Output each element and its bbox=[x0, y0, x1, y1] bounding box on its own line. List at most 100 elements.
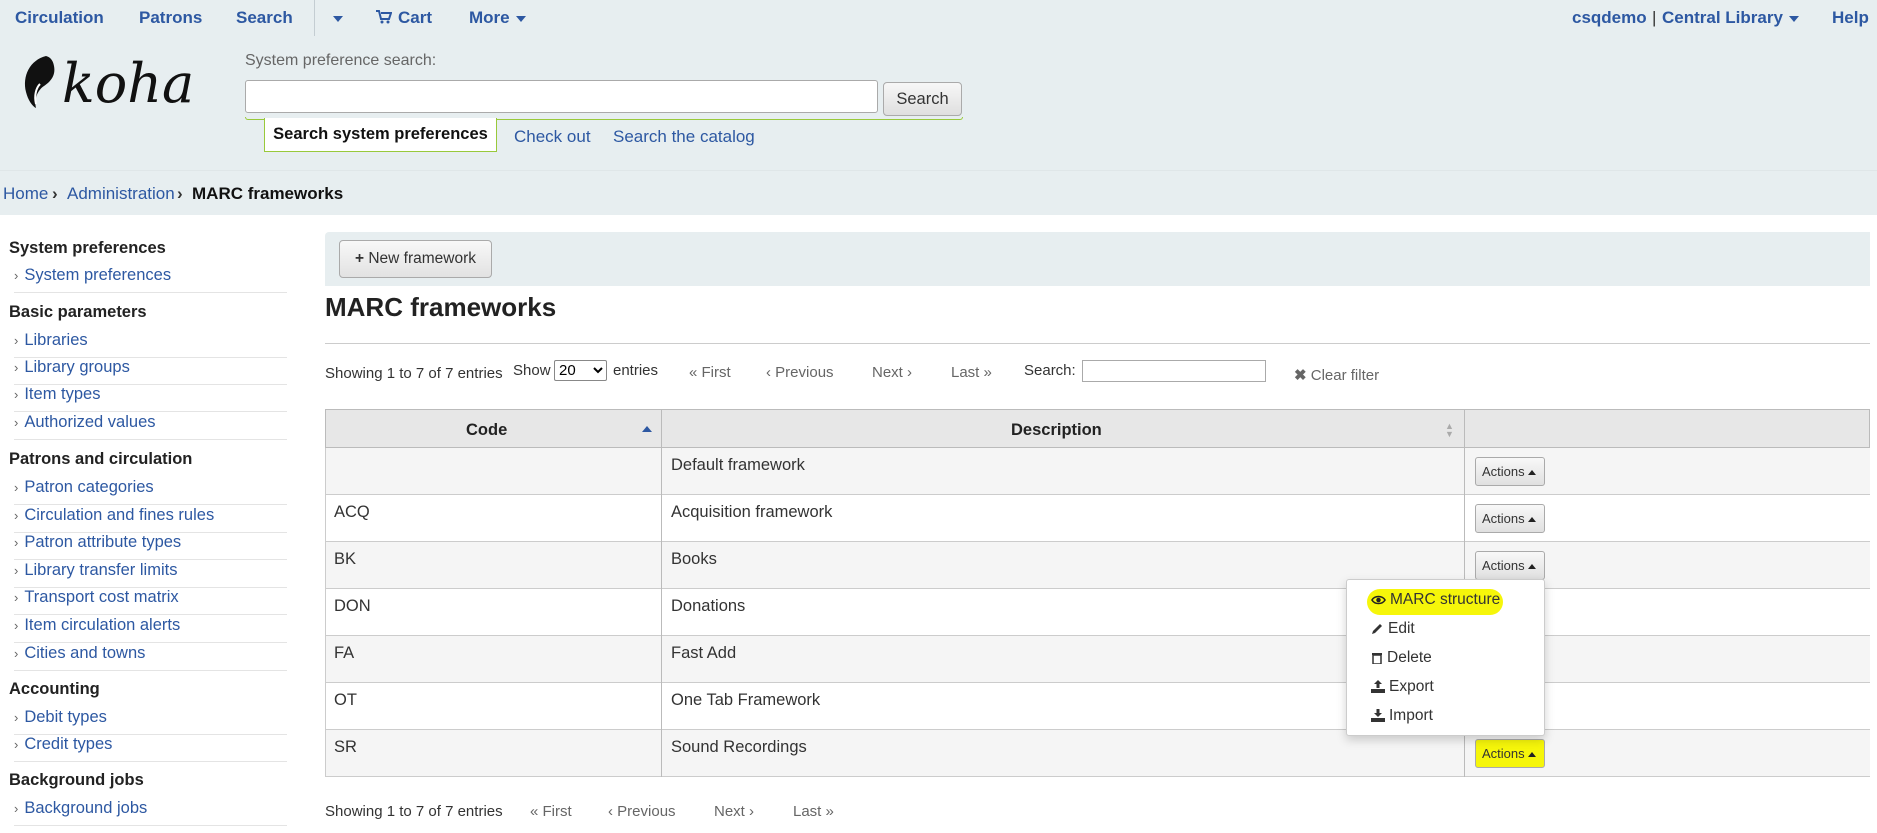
sidebar-item[interactable]: › Authorized values bbox=[14, 413, 287, 440]
tab-search-catalog[interactable]: Search the catalog bbox=[613, 127, 755, 147]
sidebar-item[interactable]: › Item circulation alerts bbox=[14, 616, 287, 643]
sidebar-item[interactable]: › Cities and towns bbox=[14, 644, 287, 671]
chevron-right-icon: › bbox=[14, 508, 19, 523]
menu-item-export[interactable]: Export bbox=[1371, 678, 1434, 696]
sidebar-link[interactable]: Item types bbox=[24, 385, 100, 403]
pager-previous[interactable]: ‹ Previous bbox=[608, 803, 676, 820]
chevron-right-icon: › bbox=[14, 801, 19, 816]
clear-filter-button[interactable]: ✖ Clear filter bbox=[1294, 366, 1379, 384]
cell-description: Donations bbox=[671, 597, 746, 615]
nav-divider bbox=[314, 0, 315, 36]
table-search-input[interactable] bbox=[1082, 360, 1266, 382]
caret-up-icon bbox=[1527, 752, 1536, 758]
nav-help[interactable]: Help bbox=[1832, 8, 1869, 28]
page-length-select[interactable]: 20 bbox=[554, 360, 607, 381]
sidebar-link[interactable]: Library transfer limits bbox=[24, 561, 177, 579]
actions-label: Actions bbox=[1482, 558, 1525, 573]
sidebar-item[interactable]: › Debit types bbox=[14, 708, 287, 735]
pager-previous-label: Previous bbox=[775, 364, 834, 381]
nav-more[interactable]: More bbox=[469, 8, 526, 28]
pager-last[interactable]: Last » bbox=[793, 803, 834, 820]
sidebar-item[interactable]: › Libraries bbox=[14, 331, 287, 358]
cell-description: Fast Add bbox=[671, 644, 737, 662]
sidebar-heading: Patrons and circulation bbox=[9, 450, 193, 468]
sidebar-link[interactable]: Patron attribute types bbox=[24, 533, 181, 551]
sidebar-item[interactable]: › Patron categories bbox=[14, 478, 287, 505]
pager-last[interactable]: Last » bbox=[951, 364, 992, 381]
sidebar-item[interactable]: › Library transfer limits bbox=[14, 561, 287, 588]
sidebar-link[interactable]: Authorized values bbox=[24, 413, 155, 431]
menu-item-edit[interactable]: Edit bbox=[1371, 620, 1415, 638]
breadcrumb-administration[interactable]: Administration bbox=[67, 184, 175, 204]
chevron-right-icon: › bbox=[14, 480, 19, 495]
nav-library-label: Central Library bbox=[1662, 8, 1783, 27]
nav-library[interactable]: Central Library bbox=[1662, 8, 1799, 28]
nav-search-dropdown[interactable] bbox=[327, 8, 343, 28]
upload-icon bbox=[1371, 680, 1385, 693]
sidebar-item[interactable]: › Patron attribute types bbox=[14, 533, 287, 560]
sidebar-item[interactable]: › System preferences bbox=[14, 266, 287, 293]
menu-item-import[interactable]: Import bbox=[1371, 707, 1433, 725]
nav-patrons[interactable]: Patrons bbox=[139, 8, 202, 28]
cell-code: BK bbox=[334, 550, 357, 568]
actions-button[interactable]: Actions bbox=[1475, 457, 1545, 486]
divider bbox=[325, 343, 1870, 344]
sidebar-link[interactable]: Libraries bbox=[24, 331, 87, 349]
show-label: Show bbox=[513, 362, 551, 379]
column-header-code[interactable]: Code bbox=[466, 421, 507, 440]
pager-next-label: Next bbox=[714, 803, 745, 820]
pager-next[interactable]: Next › bbox=[714, 803, 754, 820]
sort-both-icon[interactable]: ▲ ▼ bbox=[1445, 422, 1454, 439]
menu-item-label: Edit bbox=[1388, 620, 1415, 637]
koha-logo[interactable]: koha bbox=[18, 52, 203, 115]
tab-search-system-preferences[interactable]: Search system preferences bbox=[264, 118, 497, 152]
pref-search-input[interactable] bbox=[245, 80, 878, 113]
sidebar-link[interactable]: Patron categories bbox=[24, 478, 153, 496]
menu-item-marc-structure[interactable]: MARC structure bbox=[1371, 591, 1500, 609]
pref-search-button[interactable]: Search bbox=[883, 82, 962, 116]
sort-asc-icon[interactable] bbox=[642, 426, 652, 432]
nav-user[interactable]: csqdemo bbox=[1572, 8, 1647, 28]
actions-label: Actions bbox=[1482, 511, 1525, 526]
sidebar-item[interactable]: › Library groups bbox=[14, 358, 287, 385]
pager-first[interactable]: « First bbox=[530, 803, 572, 820]
sidebar-item[interactable]: › Transport cost matrix bbox=[14, 588, 287, 615]
sidebar-link[interactable]: Library groups bbox=[24, 358, 129, 376]
sidebar-link[interactable]: Cities and towns bbox=[24, 644, 145, 662]
caret-up-icon bbox=[1527, 470, 1536, 476]
nav-circulation[interactable]: Circulation bbox=[15, 8, 104, 28]
sidebar-link[interactable]: Item circulation alerts bbox=[24, 616, 180, 634]
nav-search[interactable]: Search bbox=[236, 8, 293, 28]
breadcrumb-home[interactable]: Home bbox=[3, 184, 48, 204]
pager-previous[interactable]: ‹ Previous bbox=[766, 364, 834, 381]
sidebar-link[interactable]: Background jobs bbox=[24, 799, 147, 817]
actions-button[interactable]: Actions bbox=[1475, 504, 1545, 533]
sidebar-link[interactable]: Transport cost matrix bbox=[24, 588, 178, 606]
tab-check-out[interactable]: Check out bbox=[514, 127, 591, 147]
menu-item-delete[interactable]: Delete bbox=[1371, 649, 1432, 667]
breadcrumb-separator: › bbox=[177, 184, 183, 203]
chevron-right-icon: › bbox=[14, 535, 19, 550]
chevron-right-icon: › bbox=[14, 387, 19, 402]
pager-next[interactable]: Next › bbox=[872, 364, 912, 381]
table-row: SR Sound Recordings Actions bbox=[325, 730, 1870, 777]
sidebar-link[interactable]: Debit types bbox=[24, 708, 107, 726]
nav-cart[interactable]: Cart bbox=[376, 8, 432, 28]
sidebar-item[interactable]: › Credit types bbox=[14, 735, 287, 762]
actions-button[interactable]: Actions bbox=[1475, 551, 1545, 580]
column-header-description[interactable]: Description bbox=[1011, 421, 1102, 440]
sidebar-item[interactable]: › Background jobs bbox=[14, 799, 287, 826]
sidebar-item[interactable]: › Item types bbox=[14, 385, 287, 412]
menu-item-label: Export bbox=[1389, 678, 1434, 695]
chevron-right-icon: › bbox=[14, 360, 19, 375]
pager-first[interactable]: « First bbox=[689, 364, 731, 381]
actions-button[interactable]: Actions bbox=[1475, 739, 1545, 768]
chevron-right-icon: › bbox=[14, 590, 19, 605]
new-framework-button[interactable]: + New framework bbox=[339, 240, 492, 278]
sidebar-link[interactable]: System preferences bbox=[24, 266, 171, 284]
sidebar-link[interactable]: Credit types bbox=[24, 735, 112, 753]
download-icon bbox=[1371, 709, 1385, 722]
cell-code: ACQ bbox=[334, 503, 370, 521]
sidebar-link[interactable]: Circulation and fines rules bbox=[24, 506, 214, 524]
sidebar-item[interactable]: › Circulation and fines rules bbox=[14, 506, 287, 533]
